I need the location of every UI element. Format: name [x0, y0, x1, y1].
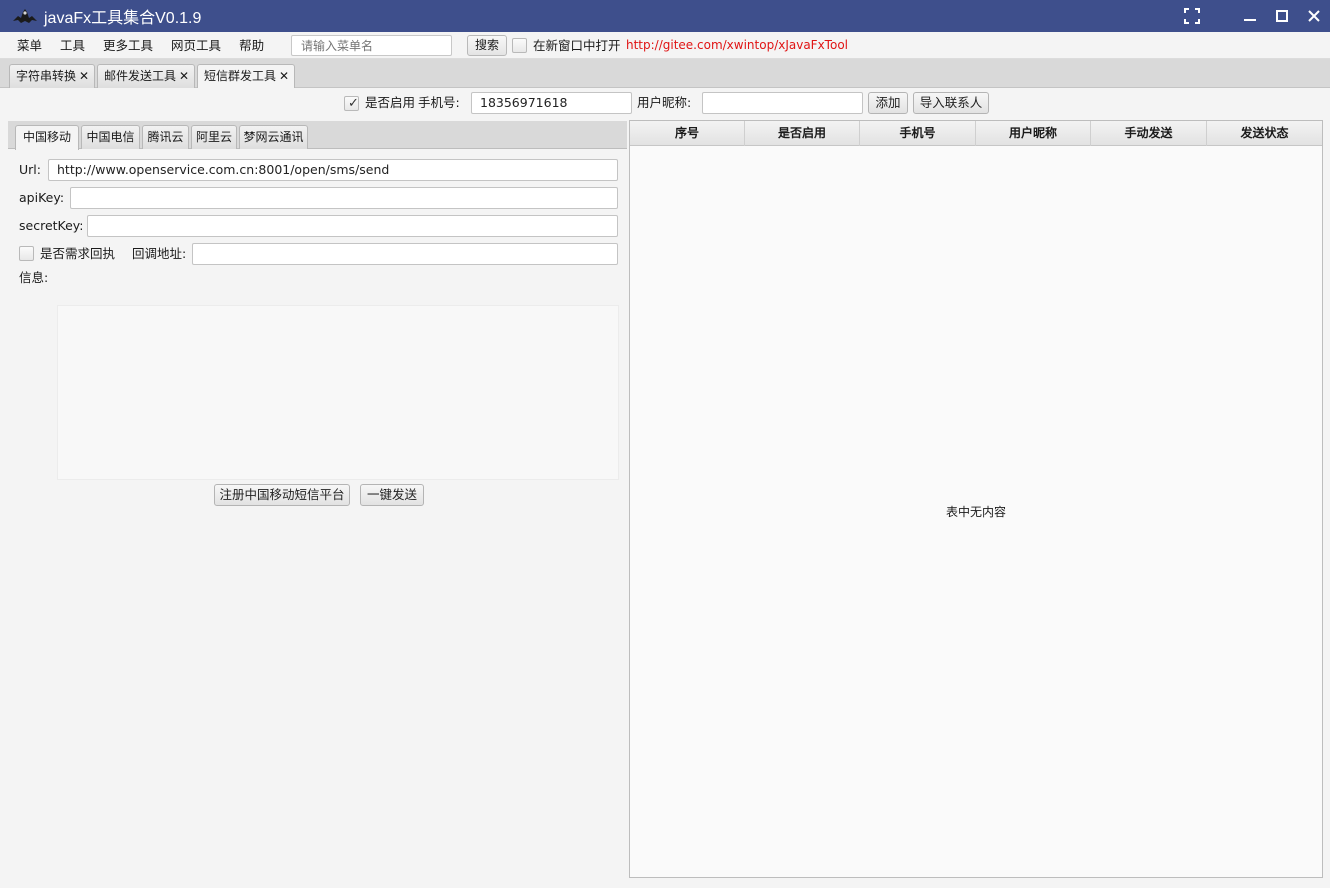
import-contacts-button[interactable]: 导入联系人: [913, 92, 989, 114]
callback-label: 回调地址:: [132, 246, 187, 261]
tab-string-convert[interactable]: 字符串转换 ✕: [9, 64, 95, 88]
new-window-label: 在新窗口中打开: [533, 38, 621, 53]
column-header-send-status[interactable]: 发送状态: [1207, 121, 1322, 146]
table-empty-message: 表中无内容: [945, 505, 1006, 519]
apikey-input[interactable]: [70, 187, 618, 209]
tab-sms-sender[interactable]: 短信群发工具 ✕: [197, 64, 295, 89]
provider-panel: 中国移动 中国电信 腾讯云 阿里云 梦网云通讯 Url: http://www.…: [8, 121, 627, 878]
url-label: Url:: [19, 162, 41, 177]
menu-help[interactable]: 帮助: [230, 32, 273, 59]
tool-tab-bar: 字符串转换 ✕ 邮件发送工具 ✕ 短信群发工具 ✕: [0, 59, 1330, 89]
app-logo-icon: [12, 6, 38, 26]
callback-input[interactable]: [192, 243, 618, 265]
provider-tab-bar: 中国移动 中国电信 腾讯云 阿里云 梦网云通讯: [8, 121, 627, 150]
repo-link[interactable]: http://gitee.com/xwintop/xJavaFxTool: [626, 32, 848, 59]
tab-aliyun[interactable]: 阿里云: [191, 125, 237, 149]
apikey-label: apiKey:: [19, 190, 65, 205]
phone-label: 手机号:: [418, 95, 460, 110]
tab-mail-sender[interactable]: 邮件发送工具 ✕: [97, 64, 195, 88]
column-header-enabled[interactable]: 是否启用: [745, 121, 860, 146]
secretkey-label: secretKey:: [19, 218, 84, 233]
close-icon[interactable]: ✕: [179, 65, 189, 87]
menu-web-tools[interactable]: 网页工具: [162, 32, 230, 59]
contact-input-row: ✓ 是否启用 手机号: 18356971618 用户昵称: 添加 导入联系人: [0, 88, 1330, 120]
title-bar: javaFx工具集合V0.1.9: [0, 0, 1330, 32]
message-label: 信息:: [19, 270, 49, 285]
tab-china-mobile[interactable]: 中国移动: [15, 125, 79, 150]
send-all-button[interactable]: 一键发送: [360, 484, 424, 506]
maximize-icon[interactable]: [1266, 0, 1298, 32]
enabled-label: 是否启用: [365, 95, 416, 110]
close-icon[interactable]: ✕: [79, 65, 89, 87]
tab-tencent-cloud[interactable]: 腾讯云: [142, 125, 189, 149]
tab-montnets[interactable]: 梦网云通讯: [239, 125, 308, 149]
message-textarea[interactable]: [57, 305, 619, 480]
receipt-checkbox[interactable]: [19, 246, 34, 261]
minimize-icon[interactable]: [1234, 0, 1266, 32]
register-platform-button[interactable]: 注册中国移动短信平台: [214, 484, 350, 506]
search-button[interactable]: 搜索: [467, 35, 507, 56]
nickname-label: 用户昵称:: [637, 95, 692, 110]
tab-label: 短信群发工具: [204, 69, 277, 83]
column-header-index[interactable]: 序号: [630, 121, 745, 146]
new-window-checkbox[interactable]: [512, 38, 527, 53]
close-icon[interactable]: [1298, 0, 1330, 32]
fullscreen-icon[interactable]: [1176, 0, 1208, 32]
menu-bar: 菜单 工具 更多工具 网页工具 帮助 搜索 在新窗口中打开 http://git…: [0, 32, 1330, 59]
phone-input[interactable]: 18356971618: [471, 92, 632, 114]
menu-more-tools[interactable]: 更多工具: [94, 32, 162, 59]
tab-label: 字符串转换: [16, 69, 77, 83]
column-header-nickname[interactable]: 用户昵称: [976, 121, 1091, 146]
contacts-table[interactable]: 序号 是否启用 手机号 用户昵称 手动发送 发送状态 表中无内容: [629, 120, 1323, 878]
enabled-checkbox[interactable]: ✓: [344, 96, 359, 111]
checkmark-icon: ✓: [348, 96, 359, 111]
window-title: javaFx工具集合V0.1.9: [44, 10, 202, 27]
column-header-manual-send[interactable]: 手动发送: [1091, 121, 1207, 146]
url-input[interactable]: http://www.openservice.com.cn:8001/open/…: [48, 159, 618, 181]
menu-tools[interactable]: 工具: [51, 32, 94, 59]
secretkey-input[interactable]: [87, 215, 618, 237]
nickname-input[interactable]: [702, 92, 863, 114]
column-header-phone[interactable]: 手机号: [860, 121, 976, 146]
receipt-label: 是否需求回执: [40, 246, 116, 261]
close-icon[interactable]: ✕: [279, 65, 289, 87]
table-header: 序号 是否启用 手机号 用户昵称 手动发送 发送状态: [630, 121, 1322, 146]
tab-china-telecom[interactable]: 中国电信: [81, 125, 140, 149]
menu-main[interactable]: 菜单: [8, 32, 51, 59]
add-contact-button[interactable]: 添加: [868, 92, 908, 114]
sms-tool-content: ✓ 是否启用 手机号: 18356971618 用户昵称: 添加 导入联系人 中…: [0, 88, 1330, 888]
tab-label: 邮件发送工具: [104, 69, 177, 83]
menu-search-input[interactable]: [291, 35, 452, 56]
